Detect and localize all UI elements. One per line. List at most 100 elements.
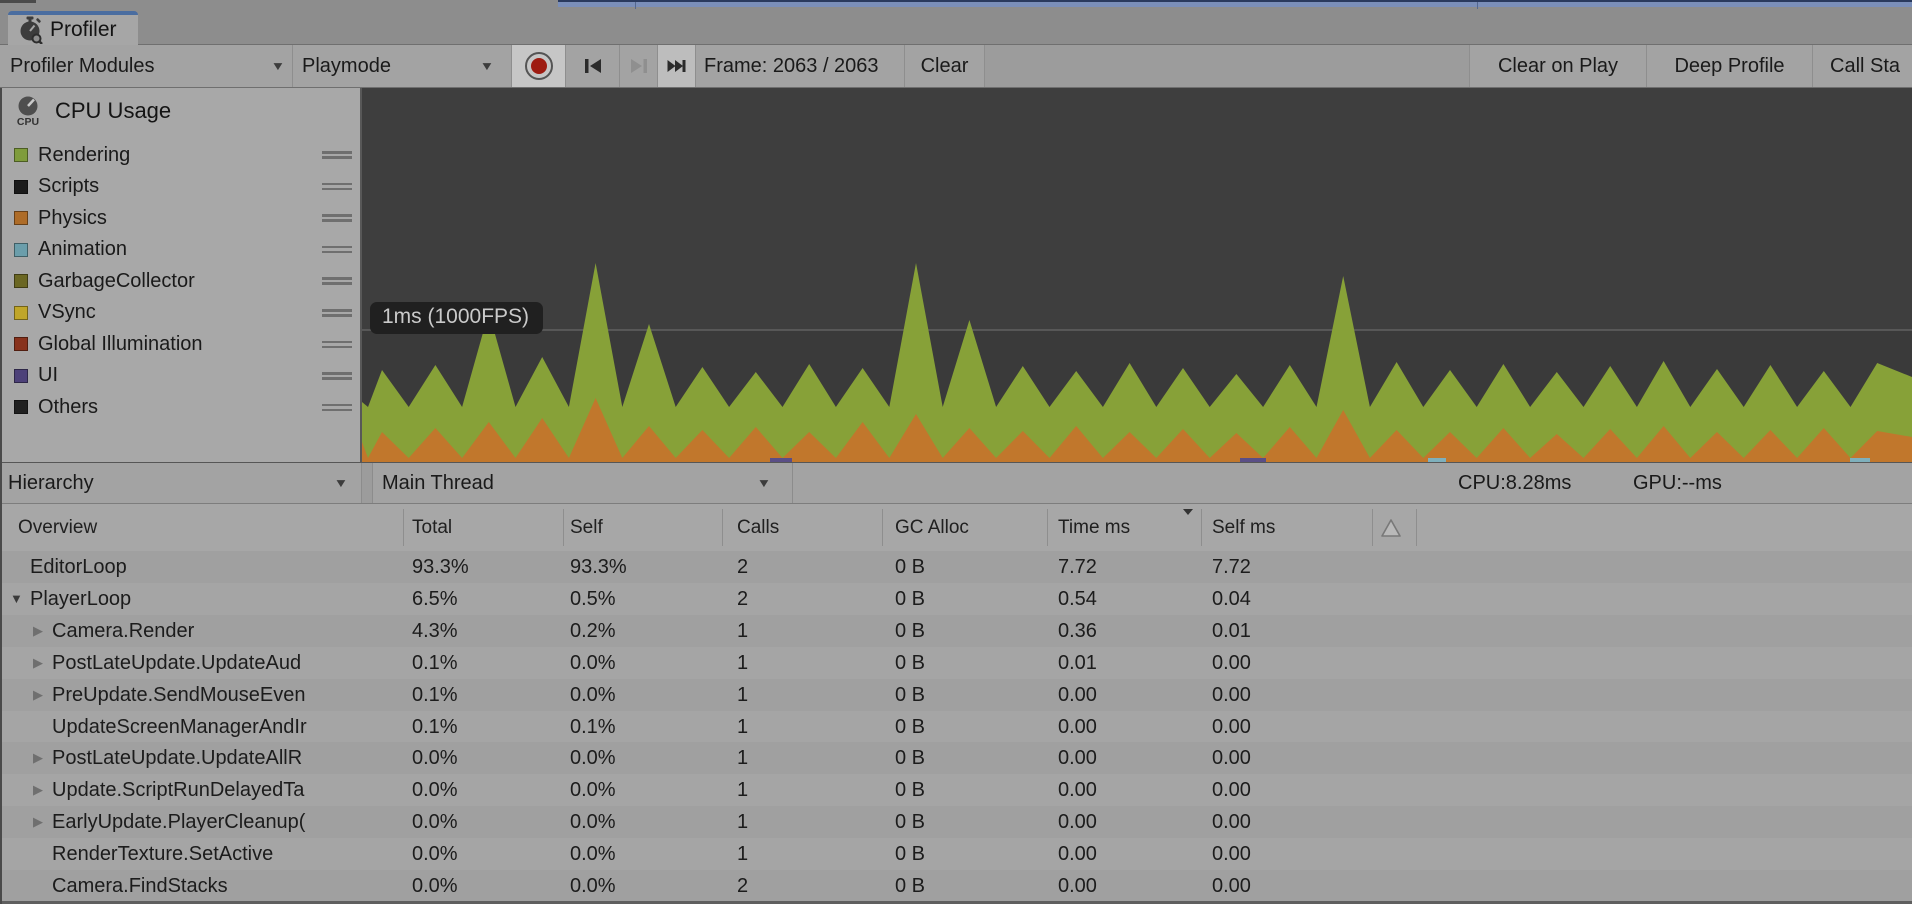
legend-item-physics[interactable]: Physics <box>0 203 360 233</box>
drag-handle-icon[interactable] <box>322 370 352 383</box>
column-header-self[interactable]: Self <box>570 504 603 551</box>
record-button[interactable] <box>512 45 566 87</box>
current-frame-button[interactable] <box>658 45 696 87</box>
column-divider[interactable] <box>1416 509 1417 546</box>
drag-handle-icon[interactable] <box>322 275 352 288</box>
legend-item-others[interactable]: Others <box>0 392 360 422</box>
foldout-closed-icon[interactable]: ▶ <box>33 647 43 679</box>
deep-profile-toggle[interactable]: Deep Profile <box>1647 45 1813 87</box>
cell-calls: 1 <box>737 711 748 743</box>
clear-on-play-toggle[interactable]: Clear on Play <box>1470 45 1647 87</box>
table-row-update-scriptrundelayedta[interactable]: ▶Update.ScriptRunDelayedTa0.0%0.0%10 B0.… <box>0 774 1912 806</box>
row-name: PostLateUpdate.UpdateAllR <box>52 742 403 774</box>
warning-column-icon[interactable] <box>1380 518 1402 538</box>
column-divider[interactable] <box>1201 509 1202 546</box>
foldout-closed-icon[interactable]: ▶ <box>33 774 43 806</box>
top-edge-divider <box>635 2 636 9</box>
drag-handle-icon[interactable] <box>322 307 352 320</box>
cell-self_ms: 7.72 <box>1212 551 1251 583</box>
column-divider[interactable] <box>1047 509 1048 546</box>
cell-self: 0.0% <box>570 647 616 679</box>
cpu-module-header[interactable]: CPU CPU Usage <box>14 95 171 127</box>
legend-label: Global Illumination <box>38 333 203 356</box>
drag-handle-icon[interactable] <box>322 212 352 225</box>
table-row-earlyupdate-playercleanup[interactable]: ▶EarlyUpdate.PlayerCleanup(0.0%0.0%10 B0… <box>0 806 1912 838</box>
legend-item-rendering[interactable]: Rendering <box>0 140 360 170</box>
toolbar: Profiler Modules ▼ Playmode ▼ Frame: 206 <box>0 45 1912 88</box>
column-divider[interactable] <box>563 509 564 546</box>
cell-time: 0.00 <box>1058 870 1097 902</box>
table-row-camera-findstacks[interactable]: Camera.FindStacks0.0%0.0%20 B0.000.00 <box>0 870 1912 902</box>
frame-counter-label: Frame: 2063 / 2063 <box>704 55 879 78</box>
cell-calls: 1 <box>737 838 748 870</box>
playmode-target-dropdown[interactable]: Playmode ▼ <box>293 45 512 87</box>
cell-self_ms: 0.04 <box>1212 583 1251 615</box>
legend-item-scripts[interactable]: Scripts <box>0 172 360 202</box>
column-divider[interactable] <box>722 509 723 546</box>
legend-item-ui[interactable]: UI <box>0 361 360 391</box>
thread-dropdown[interactable]: Main Thread ▼ <box>373 463 793 503</box>
legend-item-animation[interactable]: Animation <box>0 235 360 265</box>
cell-self: 0.1% <box>570 711 616 743</box>
table-row-postlateupdate-updateallr[interactable]: ▶PostLateUpdate.UpdateAllR0.0%0.0%10 B0.… <box>0 742 1912 774</box>
column-divider[interactable] <box>882 509 883 546</box>
column-header-gc-alloc[interactable]: GC Alloc <box>895 504 969 551</box>
cell-calls: 2 <box>737 583 748 615</box>
cell-self: 0.0% <box>570 774 616 806</box>
legend-label: Physics <box>38 207 107 230</box>
previous-frame-button[interactable] <box>566 45 620 87</box>
drag-handle-icon[interactable] <box>322 243 352 256</box>
legend-item-global-illumination[interactable]: Global Illumination <box>0 329 360 359</box>
cell-calls: 1 <box>737 774 748 806</box>
cell-gc: 0 B <box>895 647 925 679</box>
table-row-camera-render[interactable]: ▶Camera.Render4.3%0.2%10 B0.360.01 <box>0 615 1912 647</box>
column-header-overview[interactable]: Overview <box>18 504 97 551</box>
table-row-postlateupdate-updateaud[interactable]: ▶PostLateUpdate.UpdateAud0.1%0.0%10 B0.0… <box>0 647 1912 679</box>
clear-button[interactable]: Clear <box>905 45 985 87</box>
cell-self: 0.0% <box>570 742 616 774</box>
table-row-preupdate-sendmouseeven[interactable]: ▶PreUpdate.SendMouseEven0.1%0.0%10 B0.00… <box>0 679 1912 711</box>
cell-self: 0.0% <box>570 679 616 711</box>
cell-self_ms: 0.00 <box>1212 742 1251 774</box>
cell-total: 4.3% <box>412 615 458 647</box>
color-swatch <box>14 306 28 320</box>
profiler-modules-dropdown[interactable]: Profiler Modules ▼ <box>0 45 293 87</box>
next-frame-button[interactable] <box>620 45 658 87</box>
legend-item-vsync[interactable]: VSync <box>0 298 360 328</box>
stopwatch-search-icon <box>17 16 43 44</box>
column-header-self-ms[interactable]: Self ms <box>1212 504 1275 551</box>
column-header-calls[interactable]: Calls <box>737 504 779 551</box>
legend-item-garbagecollector[interactable]: GarbageCollector <box>0 266 360 296</box>
foldout-closed-icon[interactable]: ▶ <box>33 679 43 711</box>
row-name: Update.ScriptRunDelayedTa <box>52 774 403 806</box>
legend-label: Scripts <box>38 175 99 198</box>
tab-bar: Profiler <box>0 0 1912 45</box>
call-stacks-toggle[interactable]: Call Sta <box>1813 45 1912 87</box>
cpu-usage-chart[interactable]: 1ms (1000FPS) <box>362 88 1912 462</box>
table-row-updatescreenmanagerandir[interactable]: UpdateScreenManagerAndIr0.1%0.1%10 B0.00… <box>0 711 1912 743</box>
tab-profiler[interactable]: Profiler <box>8 11 138 45</box>
column-divider[interactable] <box>1372 509 1373 546</box>
cell-total: 93.3% <box>412 551 469 583</box>
cpu-time-label: CPU:8.28ms <box>1458 472 1571 495</box>
table-row-editorloop[interactable]: EditorLoop93.3%93.3%20 B7.727.72 <box>0 551 1912 583</box>
row-name: Camera.Render <box>52 615 403 647</box>
column-header-total[interactable]: Total <box>412 504 452 551</box>
drag-handle-icon[interactable] <box>322 180 352 193</box>
row-name: UpdateScreenManagerAndIr <box>52 711 403 743</box>
table-row-rendertexture-setactive[interactable]: RenderTexture.SetActive0.0%0.0%10 B0.000… <box>0 838 1912 870</box>
call-stacks-label: Call Sta <box>1830 55 1900 78</box>
foldout-open-icon[interactable]: ▼ <box>10 583 23 615</box>
table-row-playerloop[interactable]: ▼PlayerLoop6.5%0.5%20 B0.540.04 <box>0 583 1912 615</box>
view-mode-dropdown[interactable]: Hierarchy ▼ <box>0 463 362 503</box>
foldout-closed-icon[interactable]: ▶ <box>33 742 43 774</box>
drag-handle-icon[interactable] <box>322 338 352 351</box>
legend-label: GarbageCollector <box>38 270 195 293</box>
left-edge <box>0 88 2 904</box>
foldout-closed-icon[interactable]: ▶ <box>33 615 43 647</box>
foldout-closed-icon[interactable]: ▶ <box>33 806 43 838</box>
drag-handle-icon[interactable] <box>322 401 352 414</box>
column-divider[interactable] <box>403 509 404 546</box>
drag-handle-icon[interactable] <box>322 149 352 162</box>
column-header-time-ms[interactable]: Time ms <box>1058 504 1130 551</box>
